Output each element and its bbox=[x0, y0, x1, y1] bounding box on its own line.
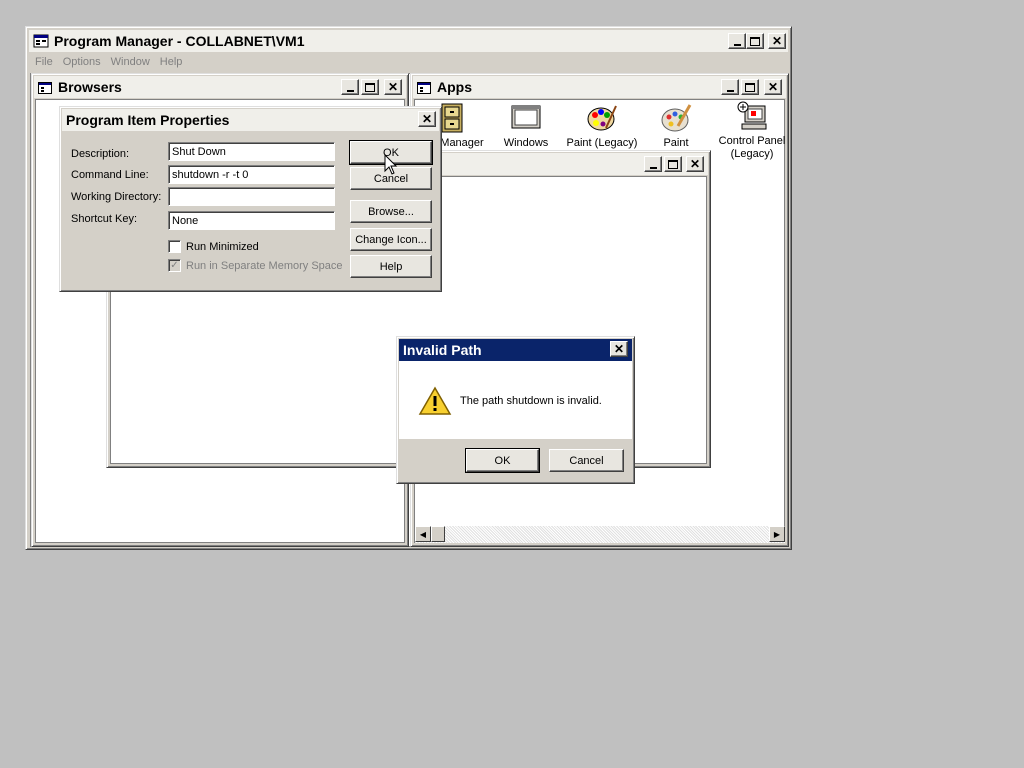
maximize-icon bbox=[750, 36, 760, 46]
close-icon: ✕ bbox=[771, 34, 783, 48]
menu-window[interactable]: Window bbox=[111, 56, 150, 68]
error-cancel-button[interactable]: Cancel bbox=[549, 449, 624, 472]
program-item-properties-dialog: Program Item Properties ✕ Description: C… bbox=[59, 106, 442, 292]
description-field[interactable] bbox=[168, 142, 335, 161]
shortcut-key-field[interactable] bbox=[168, 211, 335, 230]
browsers-maximize-button[interactable] bbox=[361, 79, 379, 95]
scroll-thumb[interactable] bbox=[431, 526, 445, 542]
blank-window-minimize-button[interactable] bbox=[644, 156, 662, 172]
invalid-path-titlebar[interactable]: Invalid Path bbox=[399, 339, 632, 361]
change-icon-button[interactable]: Change Icon... bbox=[350, 228, 432, 251]
window-icon bbox=[510, 102, 542, 134]
menu-bar: File Options Window Help bbox=[35, 53, 192, 71]
program-manager-title: Program Manager - COLLABNET\VM1 bbox=[54, 33, 305, 49]
minimize-button[interactable] bbox=[728, 33, 746, 49]
maximize-icon bbox=[745, 82, 755, 92]
browse-button[interactable]: Browse... bbox=[350, 200, 432, 223]
checkmark-icon: ✓ bbox=[170, 260, 179, 271]
properties-close-button[interactable]: ✕ bbox=[418, 111, 436, 127]
browsers-title: Browsers bbox=[58, 79, 122, 95]
scroll-left-button[interactable]: ◀ bbox=[415, 526, 431, 542]
invalid-path-close-button[interactable]: ✕ bbox=[610, 341, 628, 357]
arrow-right-icon: ▶ bbox=[773, 529, 781, 539]
description-label: Description: bbox=[71, 148, 130, 160]
maximize-icon bbox=[365, 82, 375, 92]
palette-icon bbox=[586, 102, 618, 134]
app-label: Paint (Legacy) bbox=[566, 137, 638, 149]
app-icon-control-panel-legacy[interactable]: Control Panel (Legacy) bbox=[712, 100, 792, 161]
command-line-label: Command Line: bbox=[71, 169, 149, 181]
app-label: Control Panel (Legacy) bbox=[718, 135, 786, 160]
working-directory-field[interactable] bbox=[168, 187, 335, 206]
app-icon-paint[interactable]: Paint bbox=[636, 102, 716, 150]
warning-icon bbox=[418, 386, 452, 415]
blank-window-close-button[interactable]: ✕ bbox=[686, 156, 704, 172]
menu-file[interactable]: File bbox=[35, 56, 53, 68]
group-window-icon bbox=[38, 81, 52, 94]
close-icon: ✕ bbox=[421, 112, 433, 126]
close-icon: ✕ bbox=[767, 80, 779, 94]
app-label: Windows bbox=[503, 137, 549, 149]
minimize-icon bbox=[649, 166, 657, 169]
properties-title: Program Item Properties bbox=[66, 112, 230, 128]
scroll-right-button[interactable]: ▶ bbox=[769, 526, 785, 542]
apps-close-button[interactable]: ✕ bbox=[764, 79, 782, 95]
program-manager-titlebar[interactable]: Program Manager - COLLABNET\VM1 bbox=[29, 30, 788, 52]
blank-window-maximize-button[interactable] bbox=[664, 156, 682, 172]
control-panel-icon bbox=[736, 100, 768, 132]
separate-memory-checkbox: ✓ bbox=[168, 259, 181, 272]
app-label: Paint bbox=[663, 137, 689, 149]
browsers-minimize-button[interactable] bbox=[341, 79, 359, 95]
working-directory-label: Working Directory: bbox=[71, 191, 162, 203]
apps-horizontal-scrollbar[interactable]: ◀ ▶ bbox=[415, 526, 785, 543]
apps-title: Apps bbox=[437, 79, 472, 95]
maximize-button[interactable] bbox=[746, 33, 764, 49]
run-minimized-checkbox[interactable] bbox=[168, 240, 181, 253]
minimize-icon bbox=[726, 89, 734, 92]
menu-options[interactable]: Options bbox=[63, 56, 101, 68]
separate-memory-label: Run in Separate Memory Space bbox=[186, 260, 343, 272]
arrow-left-icon: ◀ bbox=[419, 529, 427, 539]
run-minimized-label[interactable]: Run Minimized bbox=[186, 241, 259, 253]
close-button[interactable]: ✕ bbox=[768, 33, 786, 49]
close-icon: ✕ bbox=[613, 342, 625, 356]
menu-help[interactable]: Help bbox=[160, 56, 183, 68]
error-ok-button[interactable]: OK bbox=[465, 448, 540, 473]
help-button[interactable]: Help bbox=[350, 255, 432, 278]
apps-minimize-button[interactable] bbox=[721, 79, 739, 95]
mouse-cursor-icon bbox=[384, 154, 398, 175]
command-line-field[interactable] bbox=[168, 165, 335, 184]
invalid-path-dialog: Invalid Path ✕ The path shutdown is inva… bbox=[396, 336, 635, 484]
app-label: Manager bbox=[440, 137, 484, 149]
close-icon: ✕ bbox=[387, 80, 399, 94]
minimize-icon bbox=[346, 89, 354, 92]
app-icon-paint-legacy[interactable]: Paint (Legacy) bbox=[562, 102, 642, 150]
shortcut-key-label: Shortcut Key: bbox=[71, 213, 138, 225]
properties-titlebar[interactable]: Program Item Properties bbox=[62, 109, 439, 131]
program-manager-icon bbox=[33, 34, 49, 48]
group-window-icon bbox=[417, 81, 431, 94]
app-icon-windows[interactable]: Windows bbox=[486, 102, 566, 150]
maximize-icon bbox=[668, 159, 678, 169]
apps-maximize-button[interactable] bbox=[741, 79, 759, 95]
minimize-icon bbox=[733, 43, 741, 46]
palette-brush-icon bbox=[660, 102, 692, 134]
error-message: The path shutdown is invalid. bbox=[460, 395, 602, 407]
close-icon: ✕ bbox=[689, 157, 701, 171]
browsers-close-button[interactable]: ✕ bbox=[384, 79, 402, 95]
invalid-path-title: Invalid Path bbox=[403, 342, 482, 358]
